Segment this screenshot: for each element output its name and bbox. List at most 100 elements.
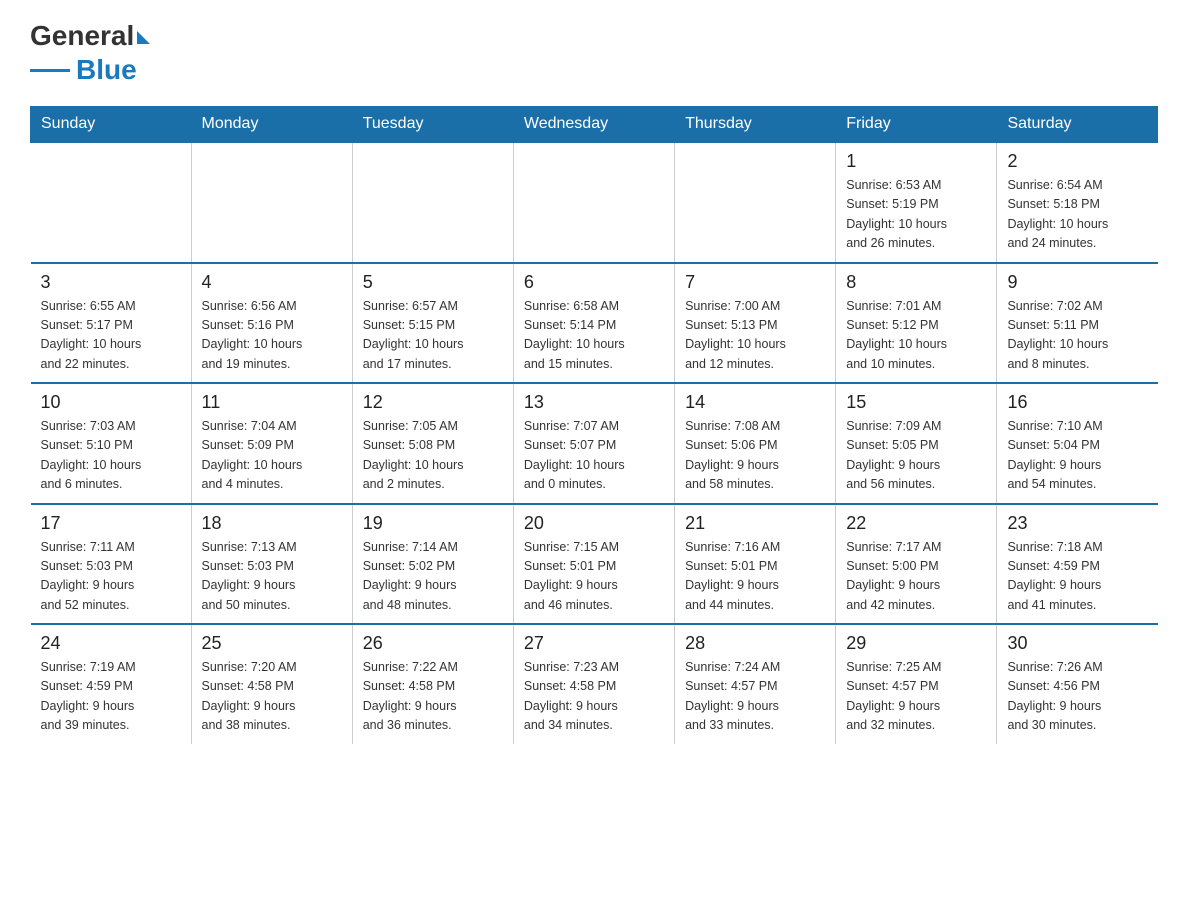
logo-line bbox=[30, 69, 70, 72]
day-info: Sunrise: 7:14 AMSunset: 5:02 PMDaylight:… bbox=[363, 538, 503, 616]
day-info: Sunrise: 7:09 AMSunset: 5:05 PMDaylight:… bbox=[846, 417, 986, 495]
day-info: Sunrise: 6:56 AMSunset: 5:16 PMDaylight:… bbox=[202, 297, 342, 375]
day-number: 7 bbox=[685, 272, 825, 293]
day-number: 17 bbox=[41, 513, 181, 534]
day-number: 1 bbox=[846, 151, 986, 172]
day-number: 25 bbox=[202, 633, 342, 654]
day-info: Sunrise: 7:05 AMSunset: 5:08 PMDaylight:… bbox=[363, 417, 503, 495]
day-number: 10 bbox=[41, 392, 181, 413]
calendar-cell: 13 Sunrise: 7:07 AMSunset: 5:07 PMDayligh… bbox=[513, 383, 674, 504]
calendar-cell: 29 Sunrise: 7:25 AMSunset: 4:57 PMDayligh… bbox=[836, 624, 997, 744]
calendar-cell: 19 Sunrise: 7:14 AMSunset: 5:02 PMDayligh… bbox=[352, 504, 513, 625]
calendar-cell: 15 Sunrise: 7:09 AMSunset: 5:05 PMDayligh… bbox=[836, 383, 997, 504]
calendar-cell: 1 Sunrise: 6:53 AMSunset: 5:19 PMDaylight… bbox=[836, 142, 997, 263]
calendar-cell: 5Sunrise: 6:57 AMSunset: 5:15 PMDaylight… bbox=[352, 263, 513, 384]
day-number: 23 bbox=[1007, 513, 1147, 534]
weekday-header-monday: Monday bbox=[191, 107, 352, 143]
calendar-cell: 25 Sunrise: 7:20 AMSunset: 4:58 PMDayligh… bbox=[191, 624, 352, 744]
day-number: 2 bbox=[1007, 151, 1147, 172]
day-info: Sunrise: 7:25 AMSunset: 4:57 PMDaylight:… bbox=[846, 658, 986, 736]
calendar-cell bbox=[513, 142, 674, 263]
calendar-cell: 8 Sunrise: 7:01 AMSunset: 5:12 PMDaylight… bbox=[836, 263, 997, 384]
day-info: Sunrise: 7:07 AMSunset: 5:07 PMDaylight:… bbox=[524, 417, 664, 495]
day-info: Sunrise: 7:18 AMSunset: 4:59 PMDaylight:… bbox=[1007, 538, 1147, 616]
day-number: 11 bbox=[202, 392, 342, 413]
day-info: Sunrise: 7:03 AMSunset: 5:10 PMDaylight:… bbox=[41, 417, 181, 495]
day-info: Sunrise: 6:54 AMSunset: 5:18 PMDaylight:… bbox=[1007, 176, 1147, 254]
calendar-cell: 28Sunrise: 7:24 AMSunset: 4:57 PMDayligh… bbox=[675, 624, 836, 744]
day-number: 22 bbox=[846, 513, 986, 534]
weekday-header-thursday: Thursday bbox=[675, 107, 836, 143]
day-info: Sunrise: 7:22 AMSunset: 4:58 PMDaylight:… bbox=[363, 658, 503, 736]
day-number: 19 bbox=[363, 513, 503, 534]
day-number: 29 bbox=[846, 633, 986, 654]
calendar-week-2: 3Sunrise: 6:55 AMSunset: 5:17 PMDaylight… bbox=[31, 263, 1158, 384]
calendar-week-1: 1 Sunrise: 6:53 AMSunset: 5:19 PMDaylight… bbox=[31, 142, 1158, 263]
calendar-cell: 2 Sunrise: 6:54 AMSunset: 5:18 PMDaylight… bbox=[997, 142, 1158, 263]
day-info: Sunrise: 7:26 AMSunset: 4:56 PMDaylight:… bbox=[1007, 658, 1147, 736]
weekday-header-row: SundayMondayTuesdayWednesdayThursdayFrid… bbox=[31, 107, 1158, 143]
calendar-cell: 23 Sunrise: 7:18 AMSunset: 4:59 PMDayligh… bbox=[997, 504, 1158, 625]
day-info: Sunrise: 7:10 AMSunset: 5:04 PMDaylight:… bbox=[1007, 417, 1147, 495]
day-number: 13 bbox=[524, 392, 664, 413]
day-info: Sunrise: 7:19 AMSunset: 4:59 PMDaylight:… bbox=[41, 658, 181, 736]
day-number: 20 bbox=[524, 513, 664, 534]
weekday-header-friday: Friday bbox=[836, 107, 997, 143]
day-info: Sunrise: 7:17 AMSunset: 5:00 PMDaylight:… bbox=[846, 538, 986, 616]
day-info: Sunrise: 7:13 AMSunset: 5:03 PMDaylight:… bbox=[202, 538, 342, 616]
calendar-cell bbox=[31, 142, 192, 263]
logo-triangle-icon bbox=[137, 31, 150, 44]
calendar-cell bbox=[191, 142, 352, 263]
day-info: Sunrise: 7:01 AMSunset: 5:12 PMDaylight:… bbox=[846, 297, 986, 375]
weekday-header-saturday: Saturday bbox=[997, 107, 1158, 143]
calendar-cell: 7 Sunrise: 7:00 AMSunset: 5:13 PMDaylight… bbox=[675, 263, 836, 384]
day-info: Sunrise: 7:00 AMSunset: 5:13 PMDaylight:… bbox=[685, 297, 825, 375]
day-info: Sunrise: 6:55 AMSunset: 5:17 PMDaylight:… bbox=[41, 297, 181, 375]
calendar-cell: 27Sunrise: 7:23 AMSunset: 4:58 PMDayligh… bbox=[513, 624, 674, 744]
calendar-cell: 24 Sunrise: 7:19 AMSunset: 4:59 PMDayligh… bbox=[31, 624, 192, 744]
calendar-cell: 26 Sunrise: 7:22 AMSunset: 4:58 PMDayligh… bbox=[352, 624, 513, 744]
day-info: Sunrise: 6:57 AMSunset: 5:15 PMDaylight:… bbox=[363, 297, 503, 375]
day-number: 15 bbox=[846, 392, 986, 413]
calendar-cell: 16 Sunrise: 7:10 AMSunset: 5:04 PMDayligh… bbox=[997, 383, 1158, 504]
logo-blue: Blue bbox=[76, 54, 137, 86]
calendar-cell: 9 Sunrise: 7:02 AMSunset: 5:11 PMDaylight… bbox=[997, 263, 1158, 384]
calendar-cell: 18Sunrise: 7:13 AMSunset: 5:03 PMDayligh… bbox=[191, 504, 352, 625]
calendar-cell: 3Sunrise: 6:55 AMSunset: 5:17 PMDaylight… bbox=[31, 263, 192, 384]
weekday-header-wednesday: Wednesday bbox=[513, 107, 674, 143]
page-header: General Blue bbox=[30, 20, 1158, 86]
day-info: Sunrise: 7:02 AMSunset: 5:11 PMDaylight:… bbox=[1007, 297, 1147, 375]
calendar-week-4: 17Sunrise: 7:11 AMSunset: 5:03 PMDayligh… bbox=[31, 504, 1158, 625]
calendar-cell: 22 Sunrise: 7:17 AMSunset: 5:00 PMDayligh… bbox=[836, 504, 997, 625]
calendar-week-5: 24 Sunrise: 7:19 AMSunset: 4:59 PMDayligh… bbox=[31, 624, 1158, 744]
day-info: Sunrise: 7:08 AMSunset: 5:06 PMDaylight:… bbox=[685, 417, 825, 495]
day-info: Sunrise: 7:15 AMSunset: 5:01 PMDaylight:… bbox=[524, 538, 664, 616]
day-info: Sunrise: 6:53 AMSunset: 5:19 PMDaylight:… bbox=[846, 176, 986, 254]
day-number: 14 bbox=[685, 392, 825, 413]
calendar-cell: 17Sunrise: 7:11 AMSunset: 5:03 PMDayligh… bbox=[31, 504, 192, 625]
day-number: 8 bbox=[846, 272, 986, 293]
day-info: Sunrise: 7:16 AMSunset: 5:01 PMDaylight:… bbox=[685, 538, 825, 616]
day-number: 28 bbox=[685, 633, 825, 654]
calendar-cell: 14 Sunrise: 7:08 AMSunset: 5:06 PMDayligh… bbox=[675, 383, 836, 504]
calendar-cell bbox=[352, 142, 513, 263]
calendar-table: SundayMondayTuesdayWednesdayThursdayFrid… bbox=[30, 106, 1158, 744]
calendar-cell: 21 Sunrise: 7:16 AMSunset: 5:01 PMDayligh… bbox=[675, 504, 836, 625]
weekday-header-sunday: Sunday bbox=[31, 107, 192, 143]
calendar-cell: 4 Sunrise: 6:56 AMSunset: 5:16 PMDaylight… bbox=[191, 263, 352, 384]
day-number: 4 bbox=[202, 272, 342, 293]
day-number: 9 bbox=[1007, 272, 1147, 293]
day-number: 12 bbox=[363, 392, 503, 413]
calendar-cell: 12 Sunrise: 7:05 AMSunset: 5:08 PMDayligh… bbox=[352, 383, 513, 504]
day-number: 26 bbox=[363, 633, 503, 654]
logo-general: General bbox=[30, 20, 134, 52]
day-info: Sunrise: 7:20 AMSunset: 4:58 PMDaylight:… bbox=[202, 658, 342, 736]
day-info: Sunrise: 7:23 AMSunset: 4:58 PMDaylight:… bbox=[524, 658, 664, 736]
day-number: 21 bbox=[685, 513, 825, 534]
calendar-week-3: 10 Sunrise: 7:03 AMSunset: 5:10 PMDayligh… bbox=[31, 383, 1158, 504]
day-number: 6 bbox=[524, 272, 664, 293]
calendar-cell: 10 Sunrise: 7:03 AMSunset: 5:10 PMDayligh… bbox=[31, 383, 192, 504]
day-info: Sunrise: 7:04 AMSunset: 5:09 PMDaylight:… bbox=[202, 417, 342, 495]
day-number: 24 bbox=[41, 633, 181, 654]
day-number: 16 bbox=[1007, 392, 1147, 413]
